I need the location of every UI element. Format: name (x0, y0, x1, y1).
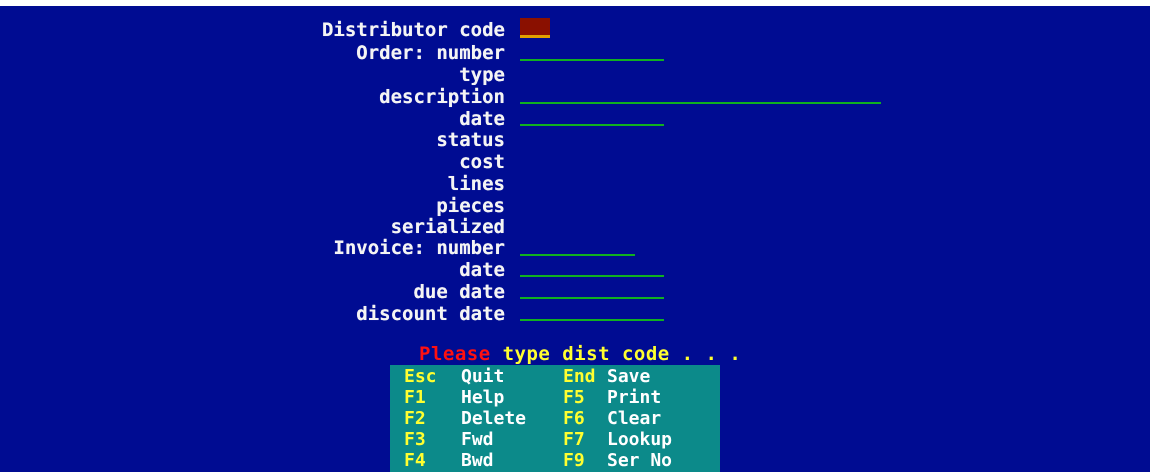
label-order-pieces: pieces (436, 195, 505, 217)
label-invoice-number: Invoice: number (333, 237, 505, 259)
action-quit[interactable]: Quit (461, 366, 504, 387)
action-help[interactable]: Help (461, 387, 504, 408)
key-row: F3 Fwd F7 Lookup (390, 429, 720, 450)
key-f5[interactable]: F5 (563, 387, 585, 408)
window-top-edge (0, 0, 1150, 6)
label-order-cost: cost (459, 151, 505, 173)
order-number-input[interactable] (520, 59, 664, 61)
key-row: F2 Delete F6 Clear (390, 408, 720, 429)
order-description-input[interactable] (520, 102, 881, 104)
invoice-due-date-input[interactable] (520, 297, 664, 299)
action-save[interactable]: Save (607, 366, 650, 387)
key-row: Esc Quit End Save (390, 366, 720, 387)
label-order-date: date (459, 108, 505, 130)
invoice-discount-date-input[interactable] (520, 319, 664, 321)
invoice-number-input[interactable] (520, 254, 635, 256)
key-f2[interactable]: F2 (404, 408, 426, 429)
dos-form-screen: Distributor code Order: number type desc… (0, 0, 1150, 472)
function-key-panel: Esc Quit End Save F1 Help F5 Print F2 De… (390, 365, 720, 472)
key-f1[interactable]: F1 (404, 387, 426, 408)
label-invoice-due-date: due date (413, 281, 505, 303)
key-end[interactable]: End (563, 366, 596, 387)
prompt-please: Please (419, 343, 491, 365)
key-f6[interactable]: F6 (563, 408, 585, 429)
key-esc[interactable]: Esc (404, 366, 437, 387)
invoice-date-input[interactable] (520, 275, 664, 277)
label-order-type: type (459, 64, 505, 86)
key-f9[interactable]: F9 (563, 450, 585, 471)
action-clear[interactable]: Clear (607, 408, 661, 429)
action-bwd[interactable]: Bwd (461, 450, 494, 471)
label-order-number: Order: number (356, 42, 505, 64)
status-prompt: Please type dist code . . . (419, 343, 741, 365)
label-invoice-discount-date: discount date (356, 303, 505, 325)
action-print[interactable]: Print (607, 387, 661, 408)
label-order-description: description (379, 86, 505, 108)
label-order-lines: lines (447, 173, 505, 195)
label-order-status: status (436, 129, 505, 151)
action-lookup[interactable]: Lookup (607, 429, 672, 450)
key-f3[interactable]: F3 (404, 429, 426, 450)
label-order-serialized: serialized (390, 216, 505, 238)
key-row: F4 Bwd F9 Ser No (390, 450, 720, 471)
prompt-message: type dist code . . . (490, 343, 742, 365)
label-invoice-date: date (459, 259, 505, 281)
key-f7[interactable]: F7 (563, 429, 585, 450)
distributor-code-input[interactable] (520, 18, 550, 38)
order-date-input[interactable] (520, 124, 664, 126)
action-fwd[interactable]: Fwd (461, 429, 494, 450)
label-distributor-code: Distributor code (321, 19, 505, 41)
key-f4[interactable]: F4 (404, 450, 426, 471)
action-delete[interactable]: Delete (461, 408, 526, 429)
action-ser-no[interactable]: Ser No (607, 450, 672, 471)
key-row: F1 Help F5 Print (390, 387, 720, 408)
